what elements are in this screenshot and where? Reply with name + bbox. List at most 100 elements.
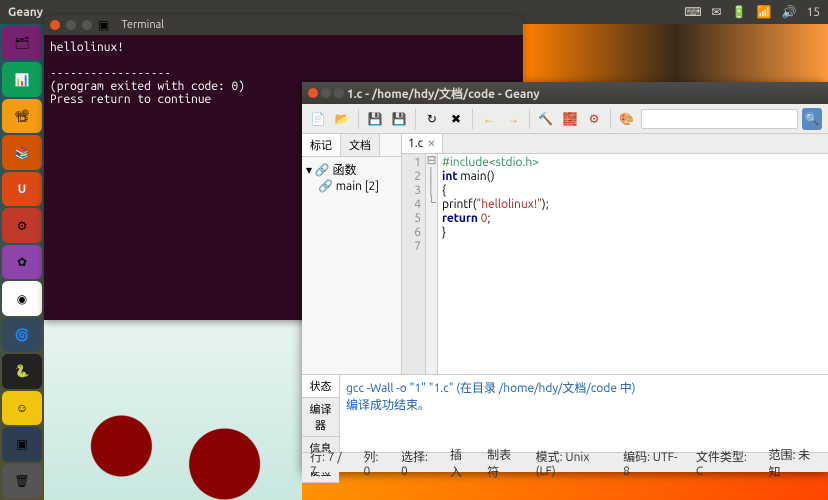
launcher-python[interactable]: 🐍 <box>2 354 42 388</box>
execute-button[interactable]: ⚙ <box>584 108 604 130</box>
geany-titlebar[interactable]: 1.c - /home/hdy/文档/code - Geany <box>302 82 828 104</box>
close-file-button[interactable]: ✖ <box>446 108 466 130</box>
line-number: 3 <box>402 184 421 198</box>
launcher-files[interactable]: 🗂 <box>2 26 42 60</box>
message-window: 状态 编译器 信息 便签 gcc -Wall -o "1" "1.c" (在目录… <box>302 374 828 452</box>
editor-body[interactable]: 1 2 3 4 5 6 7 ⊟ │ │ └ <box>402 154 828 374</box>
symbols-sidebar: 标记 文档 ▾ 🔗 函数 🔗 main [2] <box>302 134 402 374</box>
launcher-terminal[interactable]: ▣ <box>2 427 42 461</box>
terminal-titlebar[interactable]: ▣ Terminal <box>44 15 523 35</box>
sidebar-tab-symbols[interactable]: 标记 <box>302 134 341 156</box>
launcher-calc[interactable]: 📊 <box>2 62 42 96</box>
symbols-tree[interactable]: ▾ 🔗 函数 🔗 main [2] <box>302 157 401 198</box>
line-number: 6 <box>402 226 421 240</box>
search-button[interactable]: 🔍 <box>802 108 822 130</box>
code-token: ; <box>487 212 490 225</box>
separator <box>358 109 359 129</box>
reload-button[interactable]: ↻ <box>422 108 442 130</box>
launcher-chrome[interactable]: ◉ <box>2 281 42 315</box>
line-number: 2 <box>402 170 421 184</box>
tab-status[interactable]: 状态 <box>302 375 339 398</box>
launcher-bar: 🗂 📊 📽 📚 U ⚙ ✿ ◉ 🌀 🐍 ☺ ▣ 🗑 <box>0 24 44 500</box>
tree-root-label: 函数 <box>332 164 356 177</box>
keyboard-icon[interactable]: ⌨ <box>684 5 701 19</box>
launcher-app2[interactable]: ☺ <box>2 391 42 425</box>
nav-forward-button[interactable]: → <box>503 108 523 130</box>
line-number: 7 <box>402 240 421 254</box>
compiler-output[interactable]: gcc -Wall -o "1" "1.c" (在目录 /home/hdy/文档… <box>340 375 828 452</box>
launcher-settings[interactable]: ⚙ <box>2 208 42 242</box>
save-button[interactable]: 💾 <box>365 108 385 130</box>
code-token: int <box>442 170 458 183</box>
trash-icon: 🗑 <box>14 474 29 488</box>
volume-icon[interactable]: 🔊 <box>782 5 797 19</box>
sidebar-tab-documents[interactable]: 文档 <box>341 134 380 156</box>
status-filetype: 文件类型: C <box>696 448 755 478</box>
editor-tab-label: 1.c <box>408 137 423 150</box>
maximize-icon[interactable] <box>82 20 92 30</box>
tree-root[interactable]: ▾ 🔗 函数 <box>306 161 397 178</box>
gear-icon: ⚙ <box>17 219 28 233</box>
fold-column[interactable]: ⊟ │ │ └ <box>426 154 438 374</box>
launcher-books[interactable]: 📚 <box>2 135 42 169</box>
separator <box>529 109 530 129</box>
status-mode: 模式: Unix (LF) <box>536 448 609 478</box>
battery-icon[interactable]: 🔋 <box>732 5 747 19</box>
open-file-button[interactable]: 📂 <box>332 108 352 130</box>
smiley-icon: ☺ <box>16 401 28 415</box>
network-icon[interactable]: 📶 <box>757 5 772 19</box>
fold-marker: └ <box>426 196 437 210</box>
launcher-software-center[interactable]: U <box>2 172 42 206</box>
wallpaper-region <box>524 24 828 82</box>
code-token: main() <box>458 170 495 183</box>
close-icon[interactable] <box>50 20 60 30</box>
launcher-impress[interactable]: 📽 <box>2 99 42 133</box>
statusbar: 行: 7 / 7 列: 0 选择: 0 插入 制表符 模式: Unix (LF)… <box>302 452 828 472</box>
maximize-icon[interactable] <box>334 88 344 98</box>
wallpaper-region <box>44 320 302 500</box>
new-file-button[interactable]: 📄 <box>308 108 328 130</box>
books-icon: 📚 <box>15 146 30 160</box>
compiler-line: 编译成功结束。 <box>346 396 822 413</box>
code-token: return <box>442 212 478 225</box>
tree-item-label: main [2] <box>336 180 379 193</box>
save-all-button[interactable]: 💾 <box>389 108 409 130</box>
line-numbers: 1 2 3 4 5 6 7 <box>402 154 426 374</box>
separator <box>415 109 416 129</box>
nav-back-button[interactable]: ← <box>479 108 499 130</box>
python-icon: 🐍 <box>15 364 30 378</box>
spreadsheet-icon: 📊 <box>15 73 30 87</box>
code-token: } <box>442 226 446 239</box>
compile-button[interactable]: 🔨 <box>536 108 556 130</box>
presentation-icon: 📽 <box>14 109 29 123</box>
launcher-trash[interactable]: 🗑 <box>2 464 42 498</box>
status-scope: 范围: 未知 <box>768 446 820 480</box>
search-input[interactable] <box>641 109 798 129</box>
tree-item-main[interactable]: 🔗 main [2] <box>306 178 397 194</box>
color-chooser-button[interactable]: 🎨 <box>617 108 637 130</box>
separator <box>610 109 611 129</box>
status-sel: 选择: 0 <box>401 448 436 478</box>
code-token: printf( <box>442 198 476 211</box>
build-button[interactable]: 🧱 <box>560 108 580 130</box>
clock-text[interactable]: 15 <box>806 6 820 19</box>
app-title: Geany <box>8 6 43 19</box>
launcher-lens[interactable]: 🌀 <box>2 318 42 352</box>
code-token: "hellolinux!" <box>476 198 542 211</box>
close-tab-icon[interactable]: ✕ <box>427 138 435 150</box>
status-col: 列: 0 <box>364 448 388 478</box>
fold-marker[interactable]: ⊟ <box>426 154 437 168</box>
message-tabs: 状态 编译器 信息 便签 <box>302 375 340 452</box>
tab-compiler[interactable]: 编译器 <box>302 398 339 437</box>
editor-tab-1c[interactable]: 1.c ✕ <box>402 134 443 153</box>
sidebar-tabs: 标记 文档 <box>302 134 401 157</box>
minimize-icon[interactable] <box>66 20 76 30</box>
launcher-app[interactable]: ✿ <box>2 245 42 279</box>
editor-tabs: 1.c ✕ <box>402 134 828 154</box>
flower-icon: ✿ <box>17 255 27 269</box>
close-icon[interactable] <box>308 88 318 98</box>
code-content[interactable]: #include<stdio.h> int main() { printf("h… <box>438 154 828 374</box>
mail-icon[interactable]: ✉ <box>712 5 722 19</box>
status-ins: 插入 <box>450 446 473 480</box>
minimize-icon[interactable] <box>321 88 331 98</box>
